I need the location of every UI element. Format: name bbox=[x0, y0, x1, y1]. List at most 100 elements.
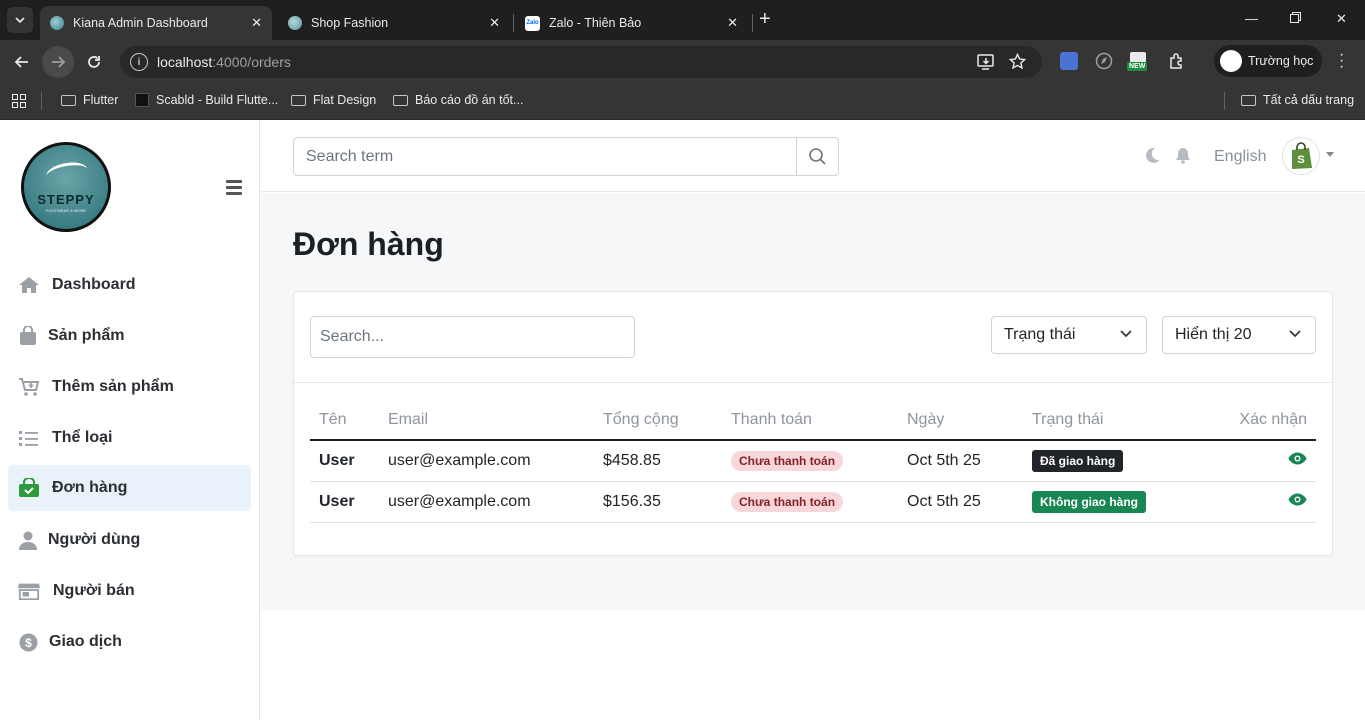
payment-status-badge: Chưa thanh toán bbox=[731, 450, 844, 471]
address-bar[interactable]: i localhost:4000/orders bbox=[120, 46, 1042, 78]
avatar-dropdown-caret-icon[interactable] bbox=[1326, 152, 1334, 157]
list-icon bbox=[18, 430, 40, 446]
steppy-logo[interactable]: STEPPY FOOTWEAR & MORE bbox=[21, 142, 111, 232]
extensions-puzzle-icon[interactable] bbox=[1168, 52, 1186, 70]
eye-icon[interactable] bbox=[1288, 452, 1307, 465]
chevron-down-icon bbox=[1289, 330, 1301, 338]
column-header-payment[interactable]: Thanh toán bbox=[722, 400, 898, 441]
column-header-date[interactable]: Ngày bbox=[898, 400, 1023, 441]
bookmark-bao-cao[interactable]: Báo cáo đồ án tốt... bbox=[393, 93, 523, 107]
column-header-email[interactable]: Email bbox=[379, 400, 594, 441]
reload-icon[interactable] bbox=[80, 48, 108, 76]
close-window-icon[interactable]: ✕ bbox=[1336, 11, 1347, 27]
new-tab-icon[interactable]: + bbox=[759, 8, 771, 31]
bookmark-scabld[interactable]: Scabld - Build Flutte... bbox=[135, 93, 278, 107]
tab-title: Kiana Admin Dashboard bbox=[73, 16, 208, 30]
admin-app: STEPPY FOOTWEAR & MORE Dashboard Sản phẩ… bbox=[0, 120, 1365, 720]
profile-avatar bbox=[1220, 50, 1242, 72]
bell-icon[interactable] bbox=[1175, 147, 1191, 164]
sidebar-item-add-product[interactable]: Thêm sản phẩm bbox=[8, 364, 251, 410]
close-tab-icon[interactable]: ✕ bbox=[489, 15, 500, 31]
site-info-icon[interactable]: i bbox=[130, 53, 148, 71]
bookmark-star-icon[interactable] bbox=[1009, 53, 1026, 70]
browser-tab-zalo[interactable]: Zalo Zalo - Thiên Bảo ✕ bbox=[515, 6, 748, 40]
translate-extension-icon[interactable] bbox=[1060, 52, 1078, 70]
tab-search-button[interactable] bbox=[7, 7, 33, 33]
restore-icon[interactable] bbox=[1290, 11, 1301, 26]
browser-tab-shop[interactable]: Shop Fashion ✕ bbox=[278, 6, 510, 40]
status-filter-select[interactable]: Trạng thái bbox=[991, 316, 1147, 354]
logo-tagline: FOOTWEAR & MORE bbox=[46, 208, 86, 213]
table-row: User user@example.com $458.85 Chưa thanh… bbox=[310, 440, 1316, 482]
sidebar-item-label: Người bán bbox=[53, 582, 135, 599]
cart-plus-icon bbox=[18, 377, 40, 397]
zalo-favicon-icon: Zalo bbox=[525, 15, 540, 31]
page-size-value: Hiển thị 20 bbox=[1175, 326, 1252, 343]
sidebar-item-categories[interactable]: Thể loại bbox=[8, 415, 251, 461]
svg-text:S: S bbox=[1297, 154, 1304, 166]
bookmark-divider bbox=[41, 92, 42, 110]
sidebar-item-label: Đơn hàng bbox=[52, 479, 128, 496]
eye-icon[interactable] bbox=[1288, 493, 1307, 506]
order-status-cell: Không giao hàng bbox=[1023, 481, 1203, 523]
page-size-select[interactable]: Hiển thị 20 bbox=[1162, 316, 1316, 354]
bookmark-label: Flat Design bbox=[313, 93, 377, 107]
new-badge: NEW bbox=[1127, 62, 1148, 71]
close-tab-icon[interactable]: ✕ bbox=[251, 15, 262, 31]
sidebar-item-transactions[interactable]: $ Giao dịch bbox=[8, 619, 251, 665]
order-payment-cell: Chưa thanh toán bbox=[722, 481, 898, 523]
compass-extension-icon[interactable] bbox=[1095, 52, 1113, 70]
apps-grid-icon[interactable] bbox=[12, 94, 26, 108]
main-area: English S Đơn hàng Trạng thái Hiển thị 2… bbox=[261, 120, 1365, 720]
sidebar-item-orders[interactable]: Đơn hàng bbox=[8, 465, 251, 511]
hamburger-menu-icon[interactable] bbox=[226, 180, 242, 198]
bookmark-label: Báo cáo đồ án tốt... bbox=[415, 93, 524, 107]
chevron-down-icon bbox=[1120, 330, 1132, 338]
sidebar-item-label: Thể loại bbox=[52, 429, 113, 446]
profile-button[interactable]: Trường học bbox=[1214, 45, 1322, 77]
sidebar-item-products[interactable]: Sản phẩm bbox=[8, 313, 251, 359]
bookmark-flutter[interactable]: Flutter bbox=[61, 93, 118, 107]
order-payment-cell: Chưa thanh toán bbox=[722, 440, 898, 482]
sidebar-item-sellers[interactable]: Người bán bbox=[8, 568, 251, 614]
orders-search-input[interactable] bbox=[310, 316, 635, 358]
order-total: $458.85 bbox=[594, 440, 722, 482]
folder-icon bbox=[393, 94, 408, 106]
column-header-total[interactable]: Tổng cộng bbox=[594, 400, 722, 441]
browser-menu-icon[interactable]: · · · bbox=[1339, 47, 1344, 75]
profile-name: Trường học bbox=[1248, 54, 1314, 68]
bookmark-flat-design[interactable]: Flat Design bbox=[291, 93, 376, 107]
sidebar: STEPPY FOOTWEAR & MORE Dashboard Sản phẩ… bbox=[0, 120, 260, 720]
column-header-name[interactable]: Tên bbox=[310, 400, 379, 441]
site-favicon-icon bbox=[50, 16, 64, 30]
back-arrow-icon[interactable] bbox=[8, 48, 36, 76]
order-date: Oct 5th 25 bbox=[898, 440, 1023, 482]
content-area: Đơn hàng Trạng thái Hiển thị 20 bbox=[261, 193, 1365, 610]
delivery-status-badge: Không giao hàng bbox=[1032, 490, 1146, 513]
sidebar-item-dashboard[interactable]: Dashboard bbox=[8, 262, 251, 308]
install-app-icon[interactable] bbox=[977, 54, 995, 70]
search-button[interactable] bbox=[796, 138, 838, 175]
new-extension-icon[interactable]: NEW bbox=[1127, 52, 1148, 71]
moon-icon[interactable] bbox=[1144, 147, 1160, 164]
order-date: Oct 5th 25 bbox=[898, 481, 1023, 523]
browser-tab-kiana[interactable]: Kiana Admin Dashboard ✕ bbox=[40, 6, 272, 40]
column-header-status[interactable]: Trạng thái bbox=[1023, 400, 1203, 441]
folder-icon bbox=[1241, 94, 1256, 106]
global-search-input[interactable] bbox=[294, 138, 794, 175]
bookmark-label: Flutter bbox=[83, 93, 119, 107]
sidebar-item-label: Người dùng bbox=[48, 531, 141, 548]
all-bookmarks[interactable]: Tất cả dấu trang bbox=[1241, 93, 1354, 107]
language-switcher[interactable]: English bbox=[1214, 148, 1266, 166]
sidebar-item-users[interactable]: Người dùng bbox=[8, 517, 251, 563]
browser-toolbar: i localhost:4000/orders NEW Trường học ·… bbox=[0, 40, 1365, 82]
bookmark-divider bbox=[1224, 92, 1225, 110]
browser-tab-bar: Kiana Admin Dashboard ✕ Shop Fashion ✕ Z… bbox=[0, 0, 1365, 40]
close-tab-icon[interactable]: ✕ bbox=[727, 15, 738, 31]
minimize-icon[interactable]: — bbox=[1245, 11, 1258, 26]
forward-arrow-icon[interactable] bbox=[42, 46, 74, 78]
user-avatar[interactable]: S bbox=[1282, 137, 1320, 175]
sidebar-item-label: Dashboard bbox=[52, 276, 136, 293]
order-total: $156.35 bbox=[594, 481, 722, 523]
bookmarks-bar: Flutter Scabld - Build Flutte... Flat De… bbox=[0, 82, 1365, 120]
